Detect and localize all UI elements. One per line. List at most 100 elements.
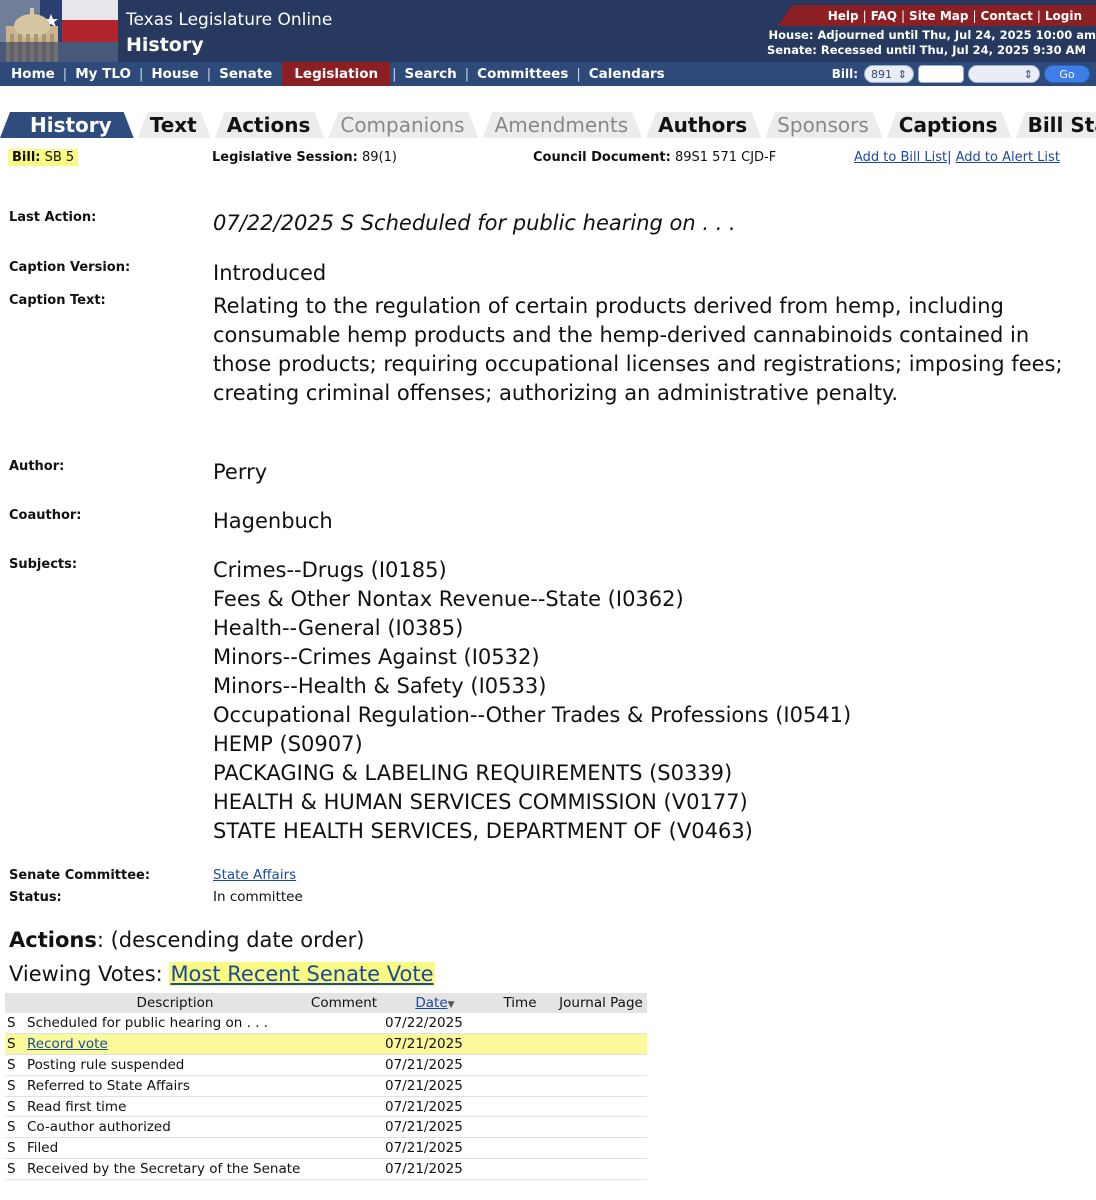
add-to-alert-list-link[interactable]: Add to Alert List bbox=[956, 150, 1060, 165]
legislative-session: Legislative Session: 89(1) bbox=[212, 150, 397, 165]
subject-item: Minors--Crimes Against (I0532) bbox=[213, 645, 540, 669]
journal-page-cell bbox=[555, 1033, 647, 1056]
actions-heading-suffix: : (descending date order) bbox=[96, 928, 365, 952]
date-cell: 07/21/2025 bbox=[385, 1137, 485, 1160]
nav-committees[interactable]: Committees bbox=[469, 62, 576, 86]
time-cell bbox=[485, 1158, 555, 1180]
comment-cell bbox=[303, 1054, 385, 1076]
tab-sponsors: Sponsors bbox=[765, 112, 883, 138]
site-header: Texas Legislature Online History Help | … bbox=[0, 0, 1096, 62]
subject-item: HEALTH & HUMAN SERVICES COMMISSION (V017… bbox=[213, 790, 748, 814]
subjects-label: Subjects: bbox=[9, 557, 78, 572]
time-cell bbox=[485, 1096, 555, 1118]
subject-item: Minors--Health & Safety (I0533) bbox=[213, 674, 547, 698]
tab-history[interactable]: History bbox=[0, 112, 134, 138]
status-label: Status: bbox=[9, 890, 62, 905]
tab-authors[interactable]: Authors bbox=[646, 112, 761, 138]
table-row: S Record vote 07/21/2025 bbox=[5, 1033, 647, 1056]
senate-status: Senate: Recessed until Thu, Jul 24, 2025… bbox=[766, 43, 1086, 57]
table-row: S Filed 07/21/2025 bbox=[5, 1137, 647, 1160]
nav-house[interactable]: House bbox=[143, 62, 206, 86]
subject-item: Crimes--Drugs (I0185) bbox=[213, 558, 447, 582]
most-recent-senate-vote-link[interactable]: Most Recent Senate Vote bbox=[169, 962, 435, 986]
table-row: S Posting rule suspended 07/21/2025 bbox=[5, 1054, 647, 1076]
comment-cell bbox=[303, 1013, 385, 1035]
table-row: S Received by the Secretary of the Senate… bbox=[5, 1158, 647, 1180]
nav-my-tlo[interactable]: My TLO bbox=[67, 62, 139, 86]
chamber-select[interactable]: ⇕ bbox=[968, 65, 1040, 83]
council-label: Council Document: bbox=[533, 150, 671, 165]
description-cell: Scheduled for public hearing on . . . bbox=[27, 1013, 303, 1035]
login-link[interactable]: Login bbox=[1041, 9, 1086, 23]
action-text: Received by the Secretary of the Senate bbox=[27, 1160, 301, 1177]
nav-legislation[interactable]: Legislation bbox=[282, 62, 391, 86]
action-link[interactable]: Record vote bbox=[27, 1036, 108, 1052]
date-sort-link[interactable]: Date bbox=[415, 995, 447, 1011]
bill-id: Bill: SB 5 bbox=[8, 149, 79, 166]
action-text: Filed bbox=[27, 1140, 59, 1157]
bill-tabs: History Text Actions Companions Amendments Au… bbox=[0, 112, 1096, 138]
table-row: S Read first time 07/21/2025 bbox=[5, 1096, 647, 1118]
main-nav: Home | My TLO | House | Senate Legislati… bbox=[0, 62, 1096, 86]
faq-link[interactable]: FAQ bbox=[867, 9, 901, 23]
site-title: Texas Legislature Online bbox=[126, 10, 333, 30]
description-column-header: Description bbox=[27, 993, 303, 1013]
description-cell: Read first time bbox=[27, 1096, 303, 1118]
table-header-row: Description Comment Date▼ Time Journal P… bbox=[5, 993, 647, 1013]
actions-table-body: S Scheduled for public hearing on . . . 07… bbox=[5, 1013, 647, 1180]
tab-text[interactable]: Text bbox=[138, 112, 211, 138]
journal-page-cell bbox=[555, 1013, 647, 1035]
capitol-flag-logo[interactable] bbox=[0, 0, 118, 62]
journal-page-cell bbox=[555, 1054, 647, 1076]
chamber-cell: S bbox=[5, 1096, 27, 1118]
journal-page-cell bbox=[555, 1158, 647, 1180]
tab-captions[interactable]: Captions bbox=[887, 112, 1012, 138]
help-link[interactable]: Help bbox=[824, 9, 863, 23]
nav-calendars[interactable]: Calendars bbox=[581, 62, 673, 86]
nav-home[interactable]: Home bbox=[0, 62, 63, 86]
journal-page-cell bbox=[555, 1116, 647, 1139]
comment-cell bbox=[303, 1137, 385, 1160]
time-column-header: Time bbox=[485, 993, 555, 1013]
time-cell bbox=[485, 1013, 555, 1035]
subject-item: Occupational Regulation--Other Trades & … bbox=[213, 703, 852, 727]
date-cell: 07/21/2025 bbox=[385, 1075, 485, 1097]
last-action-value: 07/22/2025 S Scheduled for public hearin… bbox=[213, 211, 736, 235]
chamber-cell: S bbox=[5, 1033, 27, 1056]
go-button[interactable]: Go bbox=[1044, 65, 1090, 83]
bill-lookup-label: Bill: bbox=[831, 67, 858, 81]
site-map-link[interactable]: Site Map bbox=[905, 9, 972, 23]
tab-actions[interactable]: Actions bbox=[215, 112, 325, 138]
description-cell: Record vote bbox=[27, 1033, 303, 1056]
date-cell: 07/21/2025 bbox=[385, 1096, 485, 1118]
coauthor-label: Coauthor: bbox=[9, 508, 82, 523]
caption-version-label: Caption Version: bbox=[9, 260, 131, 275]
bill-lookup: Bill: 891 ⇕ ⇕ Go bbox=[832, 65, 1090, 83]
table-row: S Co-author authorized 07/21/2025 bbox=[5, 1116, 647, 1139]
tab-bill-stages[interactable]: Bill Stages bbox=[1016, 112, 1096, 138]
status-value: In committee bbox=[213, 889, 303, 905]
time-cell bbox=[485, 1075, 555, 1097]
session-select[interactable]: 891 ⇕ bbox=[864, 65, 914, 83]
caption-text-value: Relating to the regulation of certain pr… bbox=[213, 294, 1063, 405]
action-text: Scheduled for public hearing on . . . bbox=[27, 1015, 269, 1032]
session-label: Legislative Session: bbox=[212, 150, 358, 165]
time-cell bbox=[485, 1033, 555, 1056]
chamber-cell: S bbox=[5, 1075, 27, 1097]
contact-link[interactable]: Contact bbox=[977, 9, 1037, 23]
date-column-header[interactable]: Date▼ bbox=[385, 993, 485, 1013]
updown-chevron-icon: ⇕ bbox=[897, 67, 907, 81]
nav-search[interactable]: Search bbox=[397, 62, 465, 86]
add-to-bill-list-link[interactable]: Add to Bill List bbox=[854, 150, 947, 165]
actions-table: Description Comment Date▼ Time Journal P… bbox=[5, 993, 647, 1180]
date-cell: 07/21/2025 bbox=[385, 1158, 485, 1180]
viewing-votes: Viewing Votes: Most Recent Senate Vote bbox=[9, 962, 435, 986]
senate-committee-link[interactable]: State Affairs bbox=[213, 867, 296, 883]
journal-page-cell bbox=[555, 1075, 647, 1097]
senate-committee-label: Senate Committee: bbox=[9, 868, 151, 883]
nav-senate[interactable]: Senate bbox=[211, 62, 280, 86]
last-action-label: Last Action: bbox=[9, 210, 97, 225]
subject-item: Health--General (I0385) bbox=[213, 616, 464, 640]
date-cell: 07/21/2025 bbox=[385, 1116, 485, 1139]
bill-number-input[interactable] bbox=[918, 65, 964, 83]
